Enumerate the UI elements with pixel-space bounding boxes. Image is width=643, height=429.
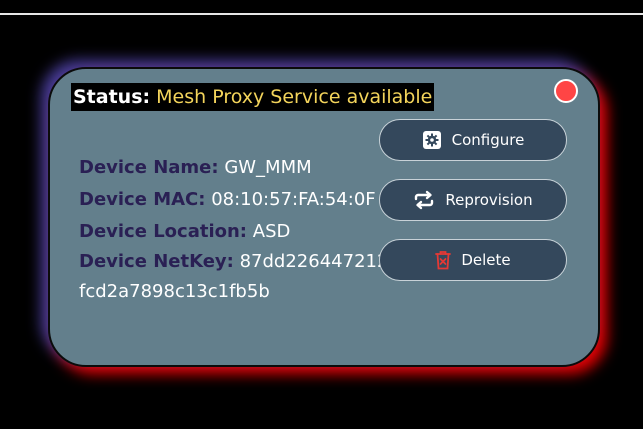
status-label: Status: (73, 86, 151, 108)
reprovision-button[interactable]: Reprovision (379, 179, 567, 221)
device-location-value: ASD (252, 221, 291, 242)
configure-label: Configure (451, 131, 525, 149)
status-value: Mesh Proxy Service available (156, 86, 433, 108)
reprovision-label: Reprovision (445, 191, 533, 209)
configure-button[interactable]: Configure (379, 119, 567, 161)
device-mac-row: Device MAC: 08:10:57:FA:54:0F (79, 185, 376, 215)
device-card: Status: Mesh Proxy Service available Dev… (48, 67, 600, 367)
close-button[interactable] (554, 79, 578, 103)
device-mac-value: 08:10:57:FA:54:0F (211, 189, 376, 210)
trash-icon (435, 250, 452, 270)
device-name-row: Device Name: GW_MMM (79, 153, 312, 183)
repeat-icon (413, 190, 435, 210)
device-netkey-value-1: 87dd2264472125 (239, 251, 400, 272)
delete-label: Delete (461, 251, 511, 269)
device-location-row: Device Location: ASD (79, 217, 290, 247)
delete-button[interactable]: Delete (379, 239, 567, 281)
device-netkey-row: Device NetKey: 87dd2264472125 fcd2a7898c… (79, 247, 400, 307)
status-banner: Status: Mesh Proxy Service available (71, 83, 435, 111)
device-location-label: Device Location: (79, 221, 248, 242)
device-netkey-value-2: fcd2a7898c13c1fb5b (79, 281, 270, 302)
gear-icon (422, 130, 442, 150)
device-mac-label: Device MAC: (79, 189, 206, 210)
device-name-value: GW_MMM (224, 157, 312, 178)
device-name-label: Device Name: (79, 157, 219, 178)
top-divider (0, 13, 643, 15)
device-netkey-label: Device NetKey: (79, 251, 234, 272)
